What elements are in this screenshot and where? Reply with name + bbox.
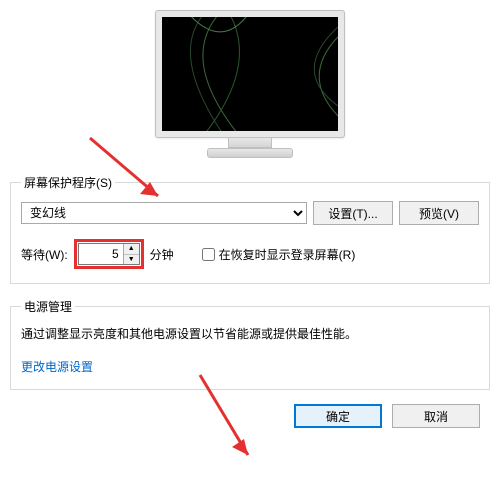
minutes-label: 分钟: [150, 246, 174, 263]
screensaver-preview-area: [10, 10, 490, 160]
dialog-button-row: 确定 取消: [10, 404, 490, 428]
power-settings-link[interactable]: 更改电源设置: [21, 360, 93, 374]
screensaver-settings-panel: 屏幕保护程序(S) 变幻线 设置(T)... 预览(V) 等待(W): ▲ ▼ …: [10, 10, 490, 428]
wait-spinner[interactable]: ▲ ▼: [78, 243, 140, 265]
spinner-down-icon[interactable]: ▼: [124, 255, 139, 265]
ok-button[interactable]: 确定: [294, 404, 382, 428]
preview-button[interactable]: 预览(V): [399, 201, 479, 225]
settings-button[interactable]: 设置(T)...: [313, 201, 393, 225]
screensaver-group: 屏幕保护程序(S) 变幻线 设置(T)... 预览(V) 等待(W): ▲ ▼ …: [10, 174, 490, 284]
wait-input[interactable]: [79, 244, 123, 264]
monitor-icon: [155, 10, 345, 160]
power-description: 通过调整显示亮度和其他电源设置以节省能源或提供最佳性能。: [21, 325, 479, 342]
resume-checkbox[interactable]: [202, 248, 215, 261]
power-group: 电源管理 通过调整显示亮度和其他电源设置以节省能源或提供最佳性能。 更改电源设置: [10, 298, 490, 390]
annotation-highlight: ▲ ▼: [74, 239, 144, 269]
screensaver-legend: 屏幕保护程序(S): [21, 174, 115, 191]
spinner-up-icon[interactable]: ▲: [124, 244, 139, 255]
screensaver-select[interactable]: 变幻线: [21, 202, 307, 224]
power-legend: 电源管理: [21, 298, 75, 315]
cancel-button[interactable]: 取消: [392, 404, 480, 428]
resume-checkbox-label[interactable]: 在恢复时显示登录屏幕(R): [202, 246, 356, 263]
wait-label: 等待(W):: [21, 246, 68, 263]
